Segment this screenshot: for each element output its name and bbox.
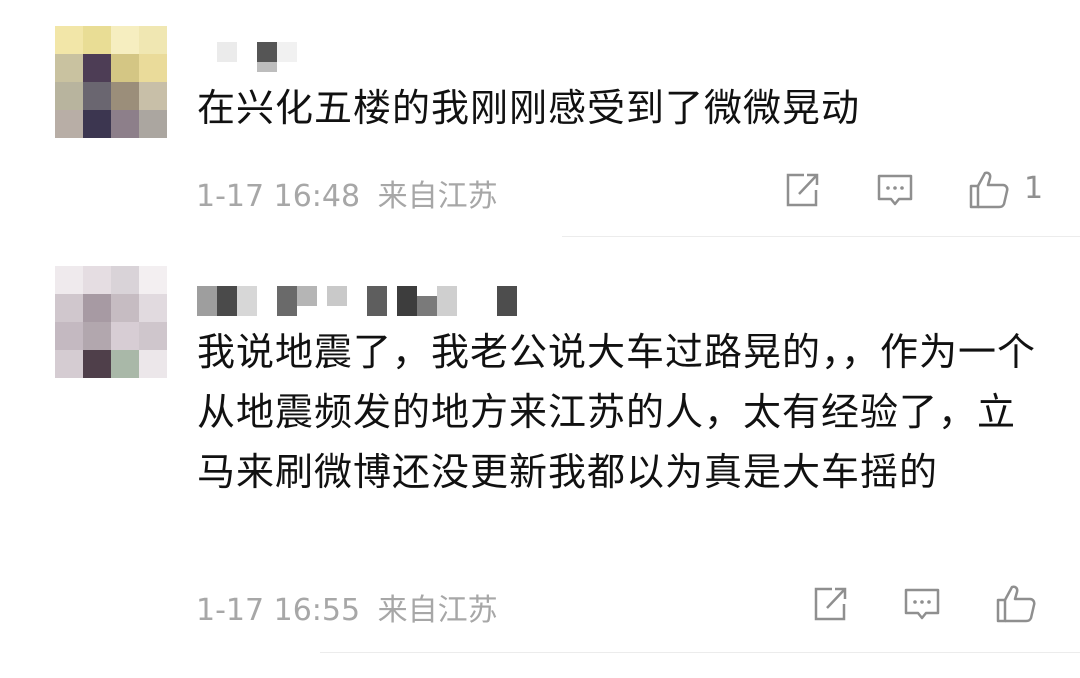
share-icon (814, 587, 847, 621)
comment-meta: 1-17 16:55 来自江苏 (196, 585, 498, 629)
timestamp: 1-17 16:55 (196, 593, 361, 628)
divider (320, 652, 1080, 653)
like-button[interactable] (994, 582, 1038, 623)
location: 来自江苏 (377, 593, 498, 628)
comment-item: 我说地震了，我老公说大车过路晃的，，作为一个从地震频发的地方来江苏的人，太有经验… (0, 0, 1080, 678)
thumbs-up-icon (996, 585, 1036, 623)
comment-text: 我说地震了，我老公说大车过路晃的，，作为一个从地震频发的地方来江苏的人，太有经验… (197, 330, 1037, 494)
avatar[interactable] (55, 266, 167, 378)
comment-button[interactable] (902, 584, 942, 624)
share-button[interactable] (810, 584, 850, 624)
comment-icon (904, 588, 940, 620)
username-blurred[interactable] (197, 286, 527, 316)
